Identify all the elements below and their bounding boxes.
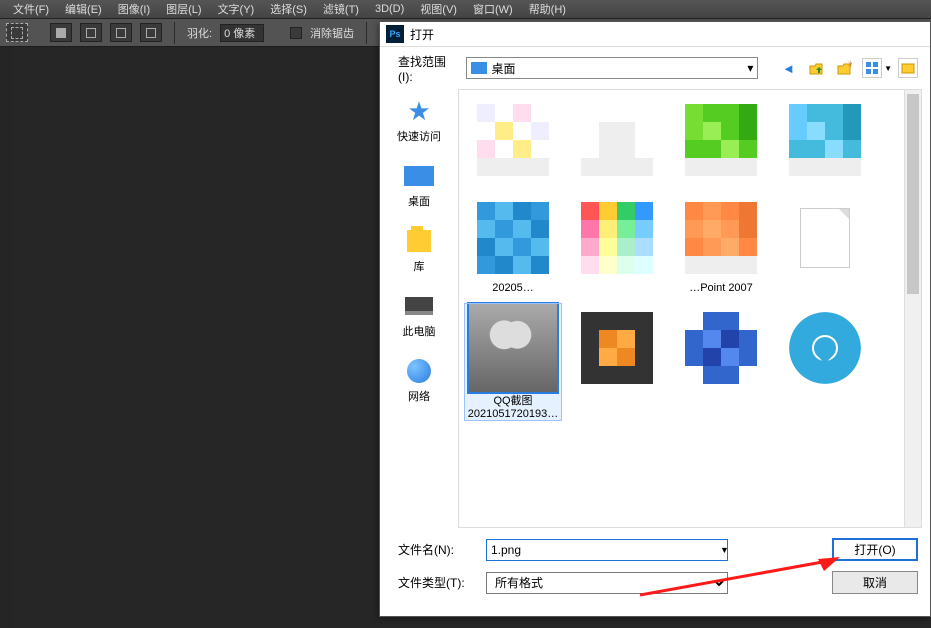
photoshop-icon: Ps <box>386 25 404 43</box>
menu-layer[interactable]: 图层(L) <box>159 0 208 18</box>
lookin-row: 查找范围(I): 桌面 ▾ ◄ ✳ ▼ <box>380 47 930 89</box>
filetype-label: 文件类型(T): <box>398 574 476 591</box>
dialog-footer: 文件名(N): ▼ 打开(O) 文件类型(T): 所有格式 取消 <box>380 528 930 616</box>
desktop-icon <box>402 162 436 190</box>
place-desktop[interactable]: 桌面 <box>402 162 436 209</box>
open-dialog: Ps 打开 查找范围(I): 桌面 ▾ ◄ ✳ ▼ ★ 快速访问 <box>379 21 931 617</box>
globe-icon <box>402 357 436 385</box>
extra-toolbtn[interactable] <box>898 58 918 78</box>
place-this-pc[interactable]: 此电脑 <box>402 292 436 339</box>
view-mode-icon[interactable] <box>862 58 882 78</box>
svg-text:✳: ✳ <box>847 60 852 69</box>
menu-view[interactable]: 视图(V) <box>413 0 464 18</box>
menu-help[interactable]: 帮助(H) <box>522 0 573 18</box>
antialias-checkbox[interactable] <box>290 27 302 39</box>
feather-label: 羽化: <box>187 25 212 41</box>
left-gutter <box>0 47 14 628</box>
monitor-icon <box>402 292 436 320</box>
menu-bar: 文件(F) 编辑(E) 图像(I) 图层(L) 文字(Y) 选择(S) 滤镜(T… <box>0 0 931 19</box>
file-item[interactable] <box>465 96 561 184</box>
library-icon <box>402 227 436 255</box>
menu-edit[interactable]: 编辑(E) <box>58 0 109 18</box>
menu-window[interactable]: 窗口(W) <box>466 0 520 18</box>
menu-file[interactable]: 文件(F) <box>6 0 56 18</box>
file-item[interactable]: …Point 2007 <box>673 194 769 294</box>
menu-select[interactable]: 选择(S) <box>263 0 314 18</box>
places-sidebar: ★ 快速访问 桌面 库 此电脑 网络 <box>380 89 458 528</box>
file-item[interactable] <box>673 304 769 420</box>
place-quick-access[interactable]: ★ 快速访问 <box>397 97 441 144</box>
selection-add-icon[interactable] <box>80 23 102 42</box>
selection-new-icon[interactable] <box>50 23 72 42</box>
feather-input[interactable] <box>220 24 264 42</box>
menu-type[interactable]: 文字(Y) <box>211 0 262 18</box>
file-item[interactable] <box>777 304 873 420</box>
filename-input[interactable] <box>486 539 728 561</box>
file-item[interactable] <box>673 96 769 184</box>
star-icon: ★ <box>402 97 436 125</box>
file-item[interactable] <box>777 96 873 184</box>
selection-intersect-icon[interactable] <box>140 23 162 42</box>
lookin-combo[interactable]: 桌面 ▾ <box>466 57 758 79</box>
filename-label: 文件名(N): <box>398 541 476 558</box>
dialog-title: 打开 <box>410 26 434 43</box>
back-icon[interactable]: ◄ <box>778 58 798 78</box>
file-item[interactable] <box>569 96 665 184</box>
file-item[interactable] <box>569 194 665 294</box>
up-one-level-icon[interactable] <box>806 58 826 78</box>
selection-subtract-icon[interactable] <box>110 23 132 42</box>
filetype-combo[interactable]: 所有格式 <box>486 572 728 594</box>
file-item[interactable] <box>569 304 665 420</box>
lookin-label: 查找范围(I): <box>398 53 460 84</box>
file-item[interactable] <box>777 194 873 294</box>
file-pane[interactable]: 20205… …Point 2007 QQ截图2021051720193… <box>458 89 922 528</box>
lookin-value: 桌面 <box>491 60 515 77</box>
place-network[interactable]: 网络 <box>402 357 436 404</box>
scrollbar[interactable] <box>904 90 921 527</box>
cancel-button[interactable]: 取消 <box>832 571 918 594</box>
marquee-tool-swatch[interactable] <box>6 23 28 42</box>
view-mode-chevron-icon[interactable]: ▼ <box>884 64 892 73</box>
desktop-icon <box>471 62 487 74</box>
antialias-label: 消除锯齿 <box>310 25 354 41</box>
chevron-down-icon: ▾ <box>747 61 753 75</box>
file-item[interactable]: 20205… <box>465 194 561 294</box>
dialog-titlebar: Ps 打开 <box>380 22 930 47</box>
chevron-down-icon[interactable]: ▼ <box>720 545 729 555</box>
menu-image[interactable]: 图像(I) <box>111 0 157 18</box>
place-library[interactable]: 库 <box>402 227 436 274</box>
file-item-selected[interactable]: QQ截图2021051720193… <box>465 304 561 420</box>
new-folder-icon[interactable]: ✳ <box>834 58 854 78</box>
open-button[interactable]: 打开(O) <box>832 538 918 561</box>
menu-filter[interactable]: 滤镜(T) <box>316 0 366 18</box>
menu-3d[interactable]: 3D(D) <box>368 2 411 16</box>
